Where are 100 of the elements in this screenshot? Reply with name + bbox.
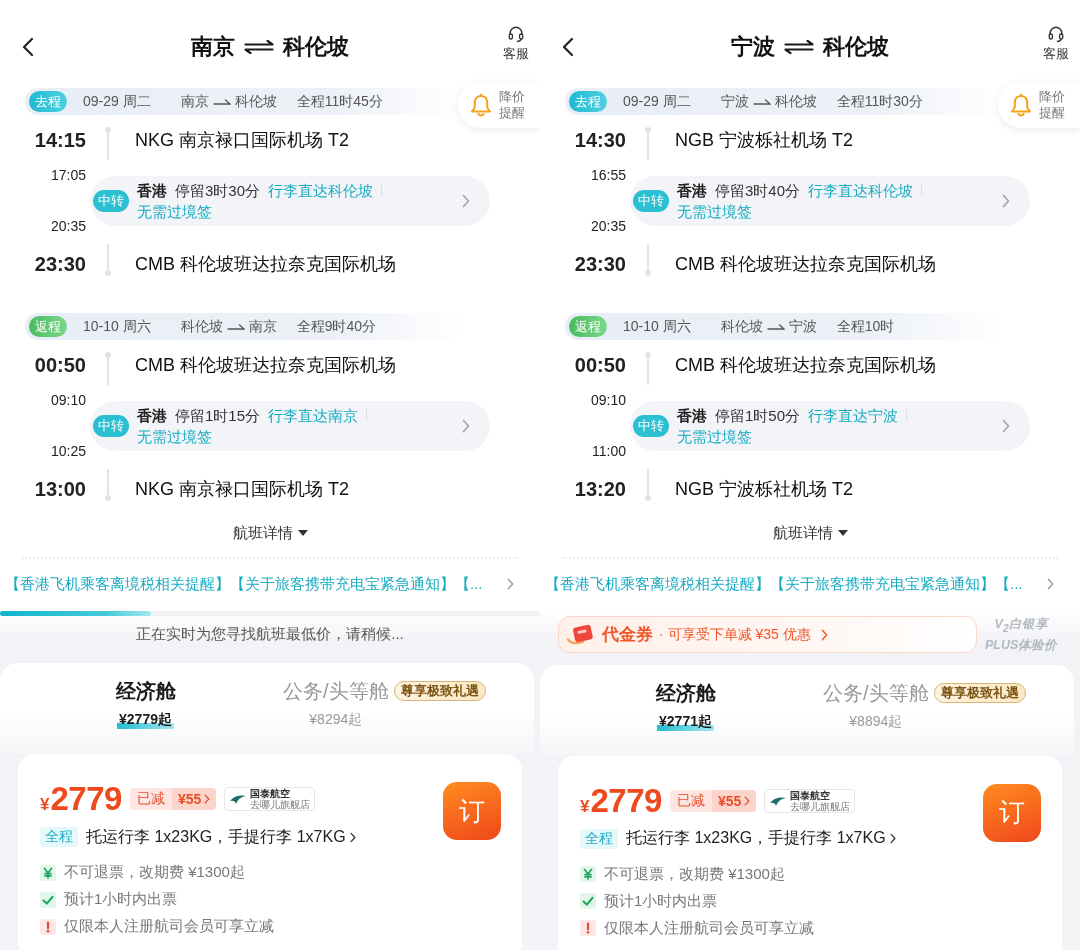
yen-icon bbox=[580, 866, 596, 882]
baggage-allowance[interactable]: 托运行李 1x23KG，手提行李 1x7KG bbox=[86, 826, 346, 848]
transfer-note: 行李直达南京 bbox=[268, 405, 359, 426]
airport-name: NGB 宁波栎社机场 T2 bbox=[675, 478, 853, 501]
transfer-card[interactable]: 中转 香港 停留3时30分 行李直达科伦坡 无需过境签 bbox=[90, 175, 490, 226]
departure-time: 14:15 bbox=[33, 128, 86, 152]
route-origin: 宁波 bbox=[720, 92, 749, 111]
transfer-card[interactable]: 中转 香港 停留1时50分 行李直达宁波 无需过境签 bbox=[630, 400, 1030, 451]
route-destination: 宁波 bbox=[788, 317, 817, 336]
airport-name: NGB 宁波栎社机场 T2 bbox=[675, 129, 853, 152]
store-name: 去哪儿旗舰店 bbox=[250, 799, 311, 810]
price-alert-button[interactable]: 降价提醒 bbox=[458, 82, 540, 128]
chevron-right-icon bbox=[204, 794, 211, 804]
chevron-right-icon bbox=[744, 795, 751, 806]
route-origin: 科伦坡 bbox=[180, 317, 223, 336]
airport-name: CMB 科伦坡班达拉奈克国际机场 bbox=[675, 253, 936, 276]
store-name: 去哪儿旗舰店 bbox=[790, 800, 851, 812]
bell-icon bbox=[469, 92, 493, 118]
transfer-note: 无需过境签 bbox=[677, 426, 752, 447]
ticket-icon bbox=[566, 622, 596, 647]
cabin-tab[interactable]: 公务/头等舱 尊享极致礼遇 ¥8294起 bbox=[283, 679, 486, 729]
title-origin-city: 宁波 bbox=[731, 33, 775, 61]
baggage-allowance[interactable]: 托运行李 1x23KG，手提行李 1x7KG bbox=[626, 828, 886, 849]
leg-tag: 去程 bbox=[569, 91, 607, 112]
layover-arrival-time: 16:55 bbox=[590, 167, 626, 183]
cabin-tab[interactable]: 经济舱 ¥2771起 bbox=[640, 680, 736, 731]
leg-duration: 全程11时30分 bbox=[836, 92, 923, 111]
airline-name: 国泰航空 bbox=[790, 789, 832, 801]
departure-time: 00:50 bbox=[573, 353, 626, 377]
chevron-right-icon bbox=[462, 418, 470, 433]
arrival-time: 13:00 bbox=[33, 477, 86, 501]
leg-tag: 去程 bbox=[29, 91, 67, 112]
perk-badge: 尊享极致礼遇 bbox=[393, 681, 486, 701]
route-origin: 南京 bbox=[180, 92, 209, 111]
leg-date: 09-29 周二 bbox=[623, 92, 691, 111]
transfer-note: 行李直达科伦坡 bbox=[268, 180, 374, 201]
transfer-note: 行李直达科伦坡 bbox=[808, 180, 914, 201]
headset-icon bbox=[507, 25, 525, 43]
back-icon[interactable] bbox=[22, 37, 34, 57]
layover-duration: 停留3时30分 bbox=[175, 180, 261, 201]
bell-icon bbox=[1009, 92, 1033, 118]
transfer-badge: 中转 bbox=[633, 414, 669, 437]
layover-arrival-time: 09:10 bbox=[590, 392, 626, 408]
departure-time: 00:50 bbox=[33, 353, 86, 377]
layover-departure-time: 10:25 bbox=[50, 443, 86, 459]
airport-name: NKG 南京禄口国际机场 T2 bbox=[135, 129, 349, 152]
perk-badge: 尊享极致礼遇 bbox=[933, 682, 1026, 703]
transfer-note: 无需过境签 bbox=[677, 201, 752, 222]
headset-icon bbox=[1047, 25, 1065, 43]
fare-rule: 预计1小时内出票 bbox=[64, 890, 178, 909]
airport-name: CMB 科伦坡班达拉奈克国际机场 bbox=[675, 354, 936, 377]
transfer-note: 无需过境签 bbox=[137, 426, 212, 447]
cabin-tab[interactable]: 经济舱 ¥2779起 bbox=[100, 679, 196, 729]
transfer-badge: 中转 bbox=[633, 189, 669, 212]
loading-message: 正在实时为您寻找航班最低价，请稍候... bbox=[135, 625, 405, 643]
route-origin: 科伦坡 bbox=[720, 317, 763, 336]
yen-icon bbox=[40, 864, 56, 881]
layover-departure-time: 20:35 bbox=[590, 218, 626, 234]
exclamation-icon bbox=[580, 920, 596, 936]
leg-duration: 全程10时 bbox=[836, 317, 895, 336]
round-trip-arrows-icon bbox=[784, 40, 814, 54]
airport-name: CMB 科伦坡班达拉奈克国际机场 bbox=[135, 354, 396, 377]
chevron-right-icon[interactable] bbox=[889, 833, 896, 844]
layover-duration: 停留1时50分 bbox=[715, 405, 801, 426]
title-origin-city: 南京 bbox=[191, 33, 235, 61]
caret-down-icon bbox=[837, 530, 848, 536]
layover-arrival-time: 09:10 bbox=[50, 392, 86, 408]
transfer-city: 香港 bbox=[677, 405, 707, 426]
arrival-time: 23:30 bbox=[573, 252, 626, 276]
transfer-card[interactable]: 中转 香港 停留1时15分 行李直达南京 无需过境签 bbox=[90, 400, 490, 451]
route-destination: 南京 bbox=[248, 317, 277, 336]
airport-name: NKG 南京禄口国际机场 T2 bbox=[135, 478, 349, 501]
price-alert-button[interactable]: 降价提醒 bbox=[998, 82, 1080, 128]
round-trip-arrows-icon bbox=[244, 40, 274, 54]
check-icon bbox=[40, 891, 56, 908]
fare-price: ¥2779 bbox=[40, 780, 122, 818]
chevron-right-icon bbox=[1002, 193, 1010, 208]
layover-departure-time: 11:00 bbox=[592, 443, 626, 459]
chevron-right-icon bbox=[1002, 418, 1010, 433]
customer-service-button[interactable]: 客服 bbox=[503, 25, 529, 63]
cabin-tab[interactable]: 公务/头等舱 尊享极致礼遇 ¥8894起 bbox=[823, 680, 1026, 731]
customer-service-button[interactable]: 客服 bbox=[1043, 25, 1069, 63]
fare-rule: 仅限本人注册航司会员可享立减 bbox=[604, 918, 814, 938]
leg-duration: 全程9时40分 bbox=[296, 317, 377, 336]
leg-duration: 全程11时45分 bbox=[296, 92, 383, 111]
membership-offer-label: PLUS体验价 bbox=[985, 636, 1058, 654]
flight-details-button[interactable]: 航班详情 bbox=[232, 520, 308, 546]
leg-date: 10-10 周六 bbox=[83, 317, 151, 336]
chevron-right-icon bbox=[820, 628, 828, 641]
transfer-city: 香港 bbox=[137, 180, 167, 201]
transfer-note: 无需过境签 bbox=[137, 201, 212, 222]
back-icon[interactable] bbox=[562, 37, 574, 57]
caret-down-icon bbox=[297, 530, 308, 536]
baggage-scope-tag: 全程 bbox=[580, 828, 618, 849]
flight-details-button[interactable]: 航班详情 bbox=[772, 520, 848, 546]
airline-name: 国泰航空 bbox=[250, 788, 292, 799]
transfer-card[interactable]: 中转 香港 停留3时40分 行李直达科伦坡 无需过境签 bbox=[630, 175, 1030, 226]
fare-rule: 预计1小时内出票 bbox=[604, 891, 718, 911]
arrival-time: 23:30 bbox=[33, 252, 86, 276]
chevron-right-icon[interactable] bbox=[349, 831, 356, 843]
